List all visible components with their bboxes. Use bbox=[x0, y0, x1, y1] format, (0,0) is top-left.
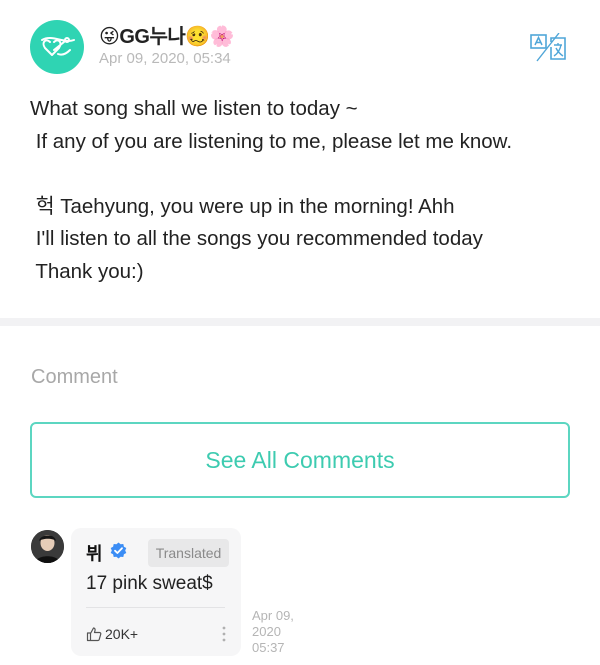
comment-divider bbox=[86, 607, 225, 608]
post-body-line bbox=[30, 158, 575, 191]
author-avatar[interactable] bbox=[30, 20, 84, 74]
section-divider bbox=[0, 318, 600, 326]
comment-author-name[interactable]: 뷔 bbox=[86, 540, 103, 566]
comment-timestamp: Apr 09, 2020 05:37 bbox=[252, 608, 294, 655]
post-body: What song shall we listen to today ~ If … bbox=[30, 93, 575, 288]
verified-check-icon bbox=[110, 542, 127, 559]
translate-button[interactable] bbox=[529, 32, 569, 63]
see-all-comments-button[interactable]: See All Comments bbox=[30, 422, 570, 498]
comment-heading: Comment bbox=[31, 366, 118, 388]
post-author-name[interactable]: 😜GG누나🥴🌸 bbox=[99, 20, 235, 49]
post-body-line: I'll listen to all the songs you recomme… bbox=[30, 227, 483, 250]
thumbs-up-icon bbox=[86, 627, 102, 642]
post-body-line: 헉 Taehyung, you were up in the morning! … bbox=[30, 194, 455, 218]
like-button[interactable]: 20K+ bbox=[86, 624, 138, 644]
translated-badge[interactable]: Translated bbox=[148, 539, 229, 567]
like-count: 20K+ bbox=[105, 626, 139, 642]
comment-text: 17 pink sweat$ bbox=[86, 573, 213, 594]
comment-author-avatar[interactable] bbox=[31, 530, 64, 563]
post-header: 😜GG누나🥴🌸 Apr 09, 2020, 05:34 bbox=[0, 0, 600, 85]
avatar-logo-icon bbox=[41, 37, 75, 56]
post-timestamp: Apr 09, 2020, 05:34 bbox=[99, 50, 231, 67]
more-options-icon[interactable] bbox=[219, 625, 229, 643]
post-body-line: What song shall we listen to today ~ bbox=[30, 97, 358, 120]
post-body-line: If any of you are listening to me, pleas… bbox=[30, 129, 513, 153]
translate-icon bbox=[530, 32, 566, 62]
user-photo-icon bbox=[31, 530, 64, 563]
post-body-line: Thank you:) bbox=[30, 259, 144, 283]
